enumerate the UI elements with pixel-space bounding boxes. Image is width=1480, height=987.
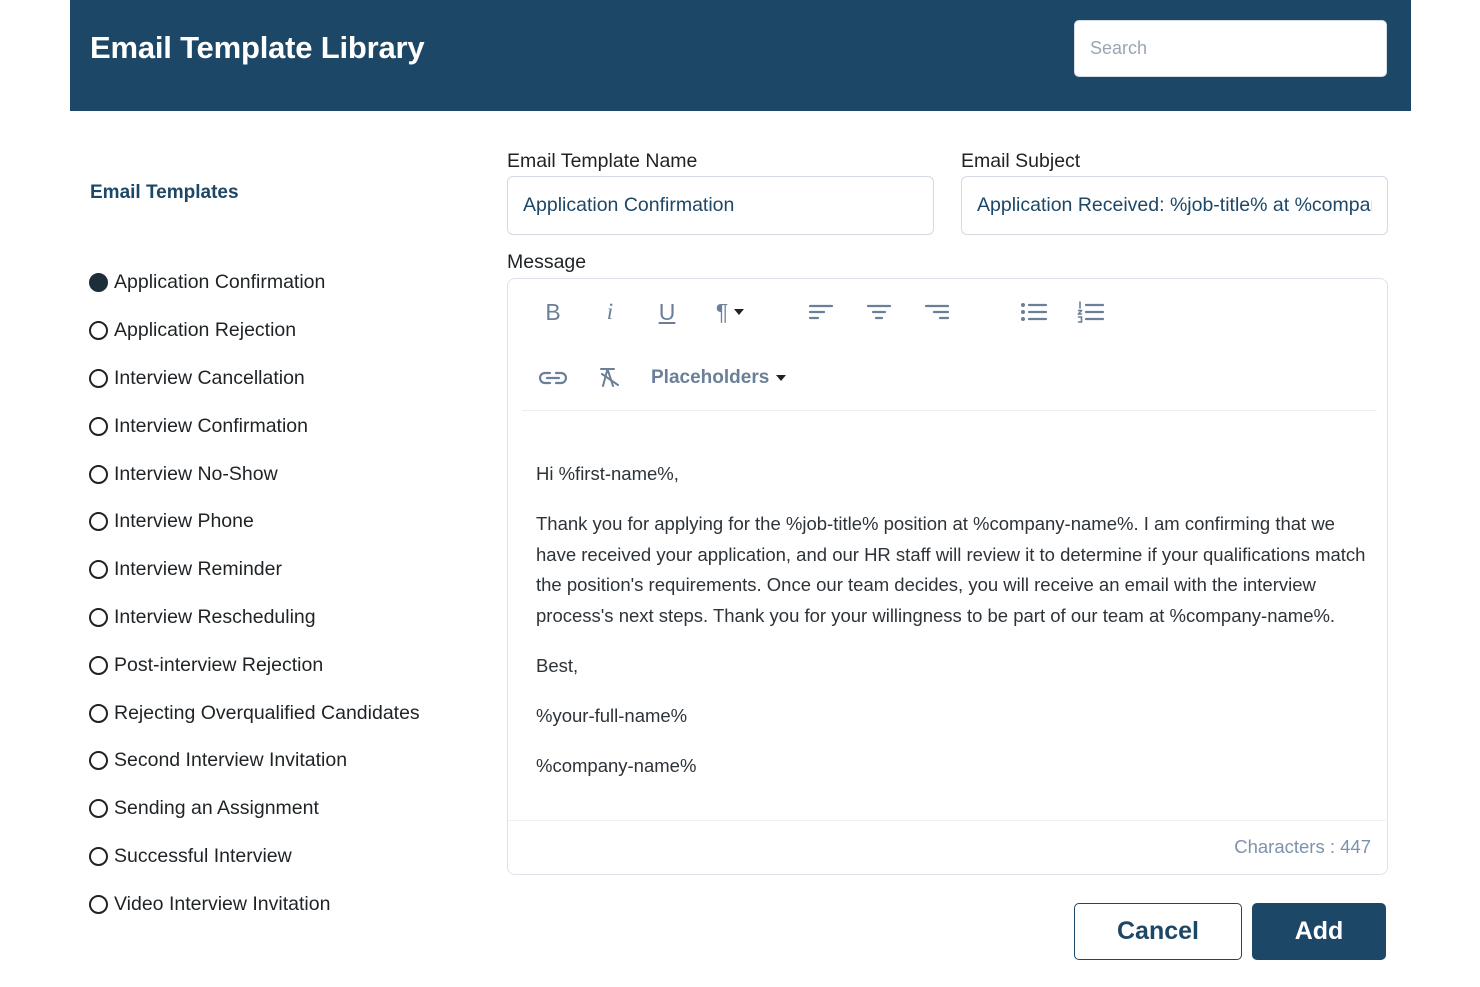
template-item-label: Successful Interview xyxy=(114,844,292,867)
italic-icon[interactable]: i xyxy=(600,297,620,327)
sidebar-title: Email Templates xyxy=(90,182,239,203)
bullet-list-icon[interactable] xyxy=(1019,299,1049,325)
radio-icon[interactable] xyxy=(89,703,108,723)
align-center-icon[interactable] xyxy=(865,299,893,325)
template-item-label: Interview Cancellation xyxy=(114,366,305,389)
template-name-field[interactable] xyxy=(507,176,934,235)
message-paragraph: Thank you for applying for the %job-titl… xyxy=(536,512,1366,627)
template-item-successful-interview[interactable]: Successful Interview xyxy=(89,833,420,881)
bold-icon[interactable]: B xyxy=(540,297,566,327)
cancel-button[interactable]: Cancel xyxy=(1074,903,1242,960)
page-title: Email Template Library xyxy=(90,30,425,65)
radio-icon[interactable] xyxy=(89,416,108,436)
message-label: Message xyxy=(507,251,587,273)
template-item-label: Rejecting Overqualified Candidates xyxy=(114,701,420,724)
numbered-list-icon[interactable] xyxy=(1076,299,1106,325)
template-item-rejecting-overqualified[interactable]: Rejecting Overqualified Candidates xyxy=(89,689,420,737)
character-count: Characters : 447 xyxy=(1234,836,1371,857)
radio-icon[interactable] xyxy=(89,655,108,675)
template-item-video-interview[interactable]: Video Interview Invitation xyxy=(89,880,420,928)
paragraph-icon[interactable]: ¶ xyxy=(708,297,752,327)
link-icon[interactable] xyxy=(537,365,569,391)
template-item-second-interview[interactable]: Second Interview Invitation xyxy=(89,737,420,785)
message-greeting: Hi %first-name%, xyxy=(536,463,679,484)
message-closing: Best, xyxy=(536,654,579,676)
radio-checked-icon[interactable] xyxy=(89,273,108,293)
template-item-interview-confirmation[interactable]: Interview Confirmation xyxy=(89,402,420,450)
align-right-icon[interactable] xyxy=(923,299,951,325)
underline-icon[interactable]: U xyxy=(654,297,680,327)
template-item-label: Sending an Assignment xyxy=(114,797,319,820)
align-left-icon[interactable] xyxy=(807,299,835,325)
radio-icon[interactable] xyxy=(89,607,108,627)
template-item-application-rejection[interactable]: Application Rejection xyxy=(89,307,420,355)
template-name-label: Email Template Name xyxy=(507,150,698,172)
radio-icon[interactable] xyxy=(89,560,108,580)
radio-icon[interactable] xyxy=(89,799,108,819)
template-item-label: Interview Phone xyxy=(114,510,254,533)
placeholders-dropdown[interactable]: Placeholders xyxy=(651,365,787,391)
chevron-down-icon xyxy=(734,309,745,315)
paragraph-glyph: ¶ xyxy=(715,298,729,325)
template-item-label: Second Interview Invitation xyxy=(114,749,348,772)
template-item-interview-rescheduling[interactable]: Interview Rescheduling xyxy=(89,594,420,642)
add-button[interactable]: Add xyxy=(1252,903,1386,960)
clear-format-icon[interactable] xyxy=(596,363,624,391)
editor-footer-divider xyxy=(508,820,1386,821)
email-subject-field[interactable] xyxy=(961,176,1388,235)
template-item-sending-assignment[interactable]: Sending an Assignment xyxy=(89,785,420,833)
toolbar-divider xyxy=(522,410,1377,411)
message-signature-company: %company-name% xyxy=(536,754,697,776)
template-item-label: Post-interview Rejection xyxy=(114,653,324,676)
message-signature-name: %your-full-name% xyxy=(536,704,688,726)
radio-icon[interactable] xyxy=(89,751,108,771)
radio-icon[interactable] xyxy=(89,464,108,484)
template-item-label: Interview Reminder xyxy=(114,558,282,581)
template-list: Application Confirmation Application Rej… xyxy=(89,259,420,928)
search-input[interactable] xyxy=(1074,20,1387,77)
placeholders-label: Placeholders xyxy=(651,367,770,388)
template-item-interview-no-show[interactable]: Interview No-Show xyxy=(89,450,420,498)
radio-icon[interactable] xyxy=(89,846,108,866)
template-item-label: Interview Confirmation xyxy=(114,414,308,437)
template-item-label: Application Rejection xyxy=(114,319,297,342)
template-item-application-confirmation[interactable]: Application Confirmation xyxy=(89,259,420,307)
radio-icon[interactable] xyxy=(89,368,108,388)
radio-icon[interactable] xyxy=(89,321,108,341)
message-editor: B i U ¶ Placeholders Hi %first-name%, Th… xyxy=(507,278,1388,875)
template-item-label: Interview No-Show xyxy=(114,462,278,485)
template-item-interview-phone[interactable]: Interview Phone xyxy=(89,498,420,546)
template-item-label: Application Confirmation xyxy=(114,271,326,294)
template-item-interview-reminder[interactable]: Interview Reminder xyxy=(89,546,420,594)
template-item-label: Interview Rescheduling xyxy=(114,605,316,628)
chevron-down-icon xyxy=(776,375,787,381)
radio-icon[interactable] xyxy=(89,512,108,532)
radio-icon[interactable] xyxy=(89,894,108,914)
template-item-label: Video Interview Invitation xyxy=(114,892,331,915)
message-body[interactable]: Hi %first-name%, Thank you for applying … xyxy=(536,459,1366,800)
template-item-post-interview-rejection[interactable]: Post-interview Rejection xyxy=(89,641,420,689)
template-item-interview-cancellation[interactable]: Interview Cancellation xyxy=(89,355,420,403)
email-subject-label: Email Subject xyxy=(961,150,1081,172)
app-header: Email Template Library xyxy=(70,0,1411,111)
